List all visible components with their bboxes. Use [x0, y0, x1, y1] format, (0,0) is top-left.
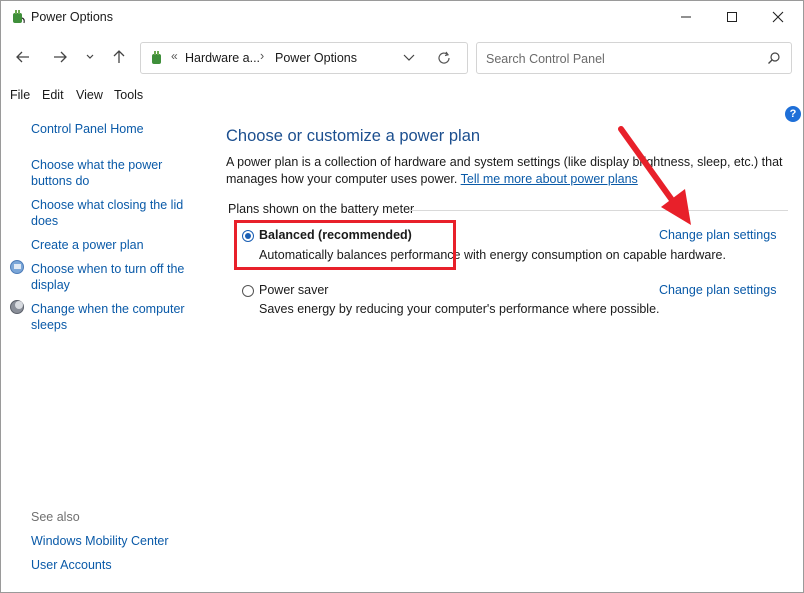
breadcrumb-power-options[interactable]: Power Options	[275, 51, 357, 65]
forward-button[interactable]	[48, 45, 72, 69]
power-options-window: Power Options « Hardware a... › Power Op…	[0, 0, 804, 593]
page-title: Choose or customize a power plan	[226, 127, 481, 145]
annotation-arrow-icon	[618, 126, 691, 225]
display-settings-icon	[10, 260, 24, 274]
power-saver-plan-name[interactable]: Power saver	[259, 283, 328, 297]
user-accounts-link[interactable]: User Accounts	[31, 557, 191, 573]
menu-file[interactable]: File	[10, 88, 30, 102]
breadcrumb-hardware[interactable]: Hardware a...	[185, 51, 260, 65]
annotation-highlight-box	[234, 220, 456, 270]
recent-locations-button[interactable]	[79, 45, 101, 69]
close-button[interactable]	[755, 1, 801, 33]
breadcrumb-overflow[interactable]: «	[171, 49, 178, 63]
page-description: A power plan is a collection of hardware…	[226, 154, 786, 188]
power-buttons-link[interactable]: Choose what the power buttons do	[31, 157, 171, 189]
chevron-down-icon	[86, 54, 94, 59]
up-button[interactable]	[107, 45, 131, 69]
search-input[interactable]	[484, 49, 758, 69]
refresh-icon	[438, 51, 450, 64]
refresh-button[interactable]	[434, 48, 454, 68]
address-dropdown-button[interactable]	[399, 50, 419, 66]
see-also-label: See also	[31, 510, 80, 524]
search-icon[interactable]	[767, 51, 781, 65]
battery-meter-group-label: Plans shown on the battery meter	[228, 202, 415, 216]
arrow-up-icon	[113, 50, 125, 63]
menu-edit[interactable]: Edit	[42, 88, 64, 102]
close-icon	[772, 11, 784, 23]
create-power-plan-link[interactable]: Create a power plan	[31, 237, 191, 253]
menu-view[interactable]: View	[76, 88, 103, 102]
window-title: Power Options	[31, 10, 113, 24]
breadcrumb-separator[interactable]: ›	[260, 49, 264, 63]
power-saver-plan-description: Saves energy by reducing your computer's…	[259, 302, 660, 316]
power-saver-radio[interactable]	[242, 285, 254, 297]
minimize-icon	[681, 16, 691, 18]
sleep-settings-icon	[10, 300, 24, 314]
back-button[interactable]	[11, 45, 35, 69]
control-panel-home-link[interactable]: Control Panel Home	[31, 121, 191, 137]
search-box[interactable]	[476, 42, 792, 74]
turn-off-display-link[interactable]: Choose when to turn off the display	[31, 261, 186, 293]
group-divider	[409, 210, 788, 211]
minimize-button[interactable]	[663, 1, 709, 33]
arrow-right-icon	[54, 51, 67, 63]
closing-lid-link[interactable]: Choose what closing the lid does	[31, 197, 186, 229]
power-options-icon	[13, 10, 25, 24]
control-panel-icon	[152, 51, 161, 64]
help-icon[interactable]: ?	[785, 106, 801, 122]
menu-tools[interactable]: Tools	[114, 88, 143, 102]
title-bar: Power Options	[1, 1, 803, 33]
arrow-left-icon	[16, 51, 29, 63]
computer-sleeps-link[interactable]: Change when the computer sleeps	[31, 301, 186, 333]
maximize-button[interactable]	[709, 1, 755, 33]
power-saver-change-settings-link[interactable]: Change plan settings	[659, 283, 776, 297]
maximize-icon	[727, 12, 737, 22]
address-bar[interactable]: « Hardware a... › Power Options	[140, 42, 468, 74]
chevron-down-icon	[403, 54, 415, 61]
mobility-center-link[interactable]: Windows Mobility Center	[31, 533, 191, 549]
